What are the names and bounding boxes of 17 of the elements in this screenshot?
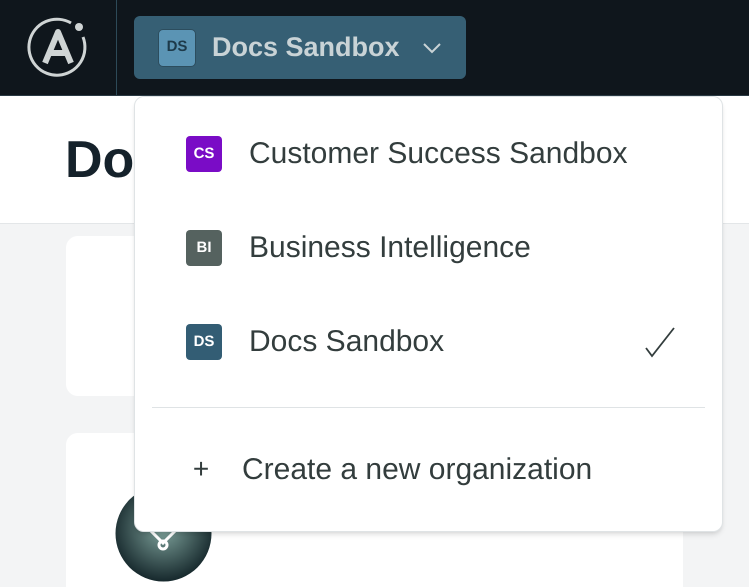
organization-item[interactable]: CS Customer Success Sandbox [135,107,722,201]
organization-switcher[interactable]: DS Docs Sandbox [134,16,466,79]
create-organization-item[interactable]: + Create a new organization [135,408,722,531]
org-name: Docs Sandbox [212,31,400,64]
organization-item[interactable]: BI Business Intelligence [135,200,722,295]
organization-item[interactable]: DS Docs Sandbox [135,294,722,389]
create-label: Create a new organization [242,452,592,488]
org-name: Business Intelligence [249,230,531,266]
org-badge: CS [186,136,222,172]
chevron-down-icon [422,42,442,54]
plus-icon: + [191,448,211,490]
org-badge: DS [158,28,196,66]
org-badge: DS [186,324,222,360]
page-title: Do [65,130,134,190]
org-name: Customer Success Sandbox [249,136,628,172]
org-badge: BI [186,230,222,266]
org-name: Docs Sandbox [249,324,444,360]
